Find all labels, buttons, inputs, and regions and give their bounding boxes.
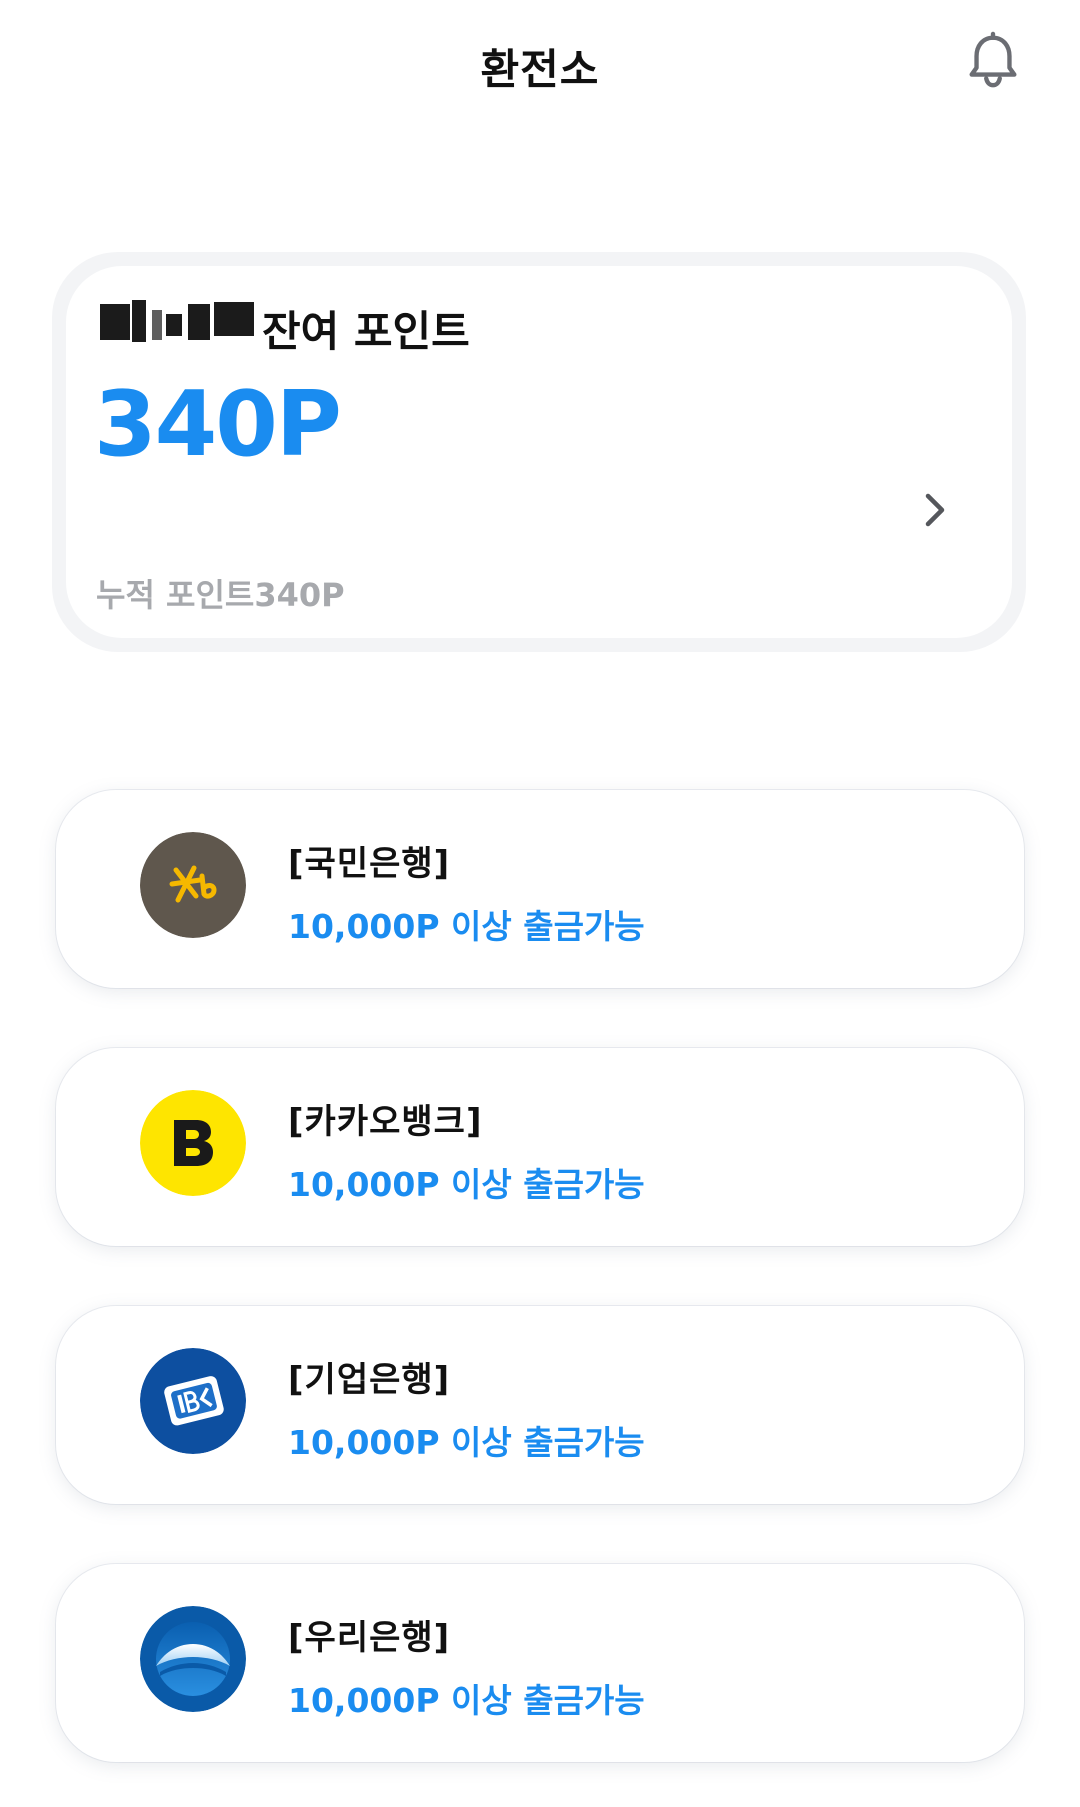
balance-label: 잔여 포인트 — [262, 307, 470, 356]
bell-icon[interactable] — [962, 30, 1024, 92]
woori-logo — [140, 1606, 246, 1712]
bank-card-ibk[interactable]: [기업은행] 10,000P 이상 출금가능 — [56, 1306, 1024, 1504]
header: 환전소 — [0, 0, 1080, 130]
bank-limit: 10,000P 이상 출금가능 — [288, 907, 645, 946]
ibk-logo — [140, 1348, 246, 1454]
bank-limit: 10,000P 이상 출금가능 — [288, 1423, 645, 1462]
bank-card-kookmin[interactable]: [국민은행] 10,000P 이상 출금가능 — [56, 790, 1024, 988]
bank-card-kakaobank[interactable]: [카카오뱅크] 10,000P 이상 출금가능 — [56, 1048, 1024, 1246]
redacted-username — [100, 300, 258, 344]
accumulated-points: 누적 포인트340P — [96, 576, 345, 614]
bank-limit: 10,000P 이상 출금가능 — [288, 1165, 645, 1204]
bank-limit: 10,000P 이상 출금가능 — [288, 1681, 645, 1720]
kakaobank-logo — [140, 1090, 246, 1196]
balance-value: 340P — [94, 372, 342, 477]
page-title: 환전소 — [480, 45, 600, 94]
bank-name: [카카오뱅크] — [288, 1102, 483, 1142]
kb-logo — [140, 832, 246, 938]
bank-name: [국민은행] — [288, 844, 451, 884]
chevron-right-icon[interactable] — [916, 486, 956, 534]
bank-name: [기업은행] — [288, 1360, 451, 1400]
bank-name: [우리은행] — [288, 1618, 451, 1658]
bank-card-woori[interactable]: [우리은행] 10,000P 이상 출금가능 — [56, 1564, 1024, 1762]
